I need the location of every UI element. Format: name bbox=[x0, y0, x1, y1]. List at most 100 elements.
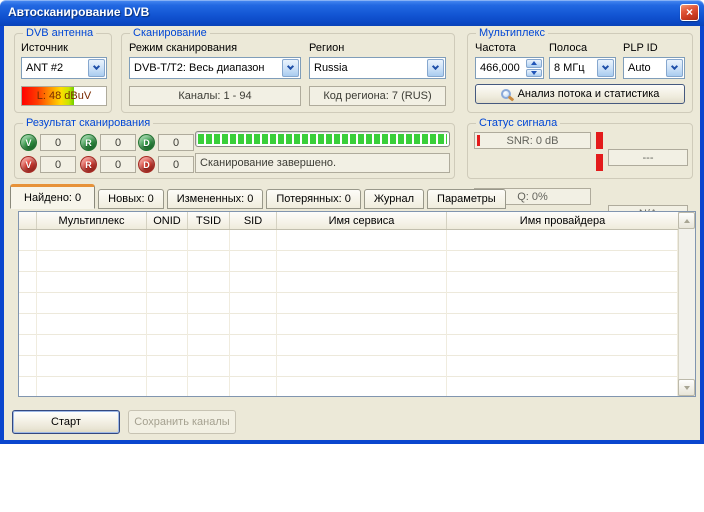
save-channels-button[interactable]: Сохранить каналы bbox=[128, 410, 236, 434]
chevron-down-icon bbox=[93, 63, 100, 70]
r-ok-count: 0 bbox=[100, 134, 136, 151]
group-scanning: Сканирование Режим сканирования DVB-T/T2… bbox=[121, 33, 455, 113]
d-fail-count: 0 bbox=[158, 156, 194, 173]
spin-up-icon bbox=[531, 61, 537, 65]
channels-info: Каналы: 1 - 94 bbox=[129, 86, 301, 106]
table-column bbox=[188, 230, 230, 396]
scrollbar[interactable] bbox=[678, 212, 695, 396]
region-dropdown-button[interactable] bbox=[427, 59, 444, 77]
tab-found-label: Найдено: 0 bbox=[24, 192, 81, 204]
header-cell-service-name[interactable]: Имя сервиса bbox=[277, 212, 447, 229]
plp-id-dropdown-button[interactable] bbox=[666, 59, 683, 77]
scan-mode-label: Режим сканирования bbox=[129, 42, 237, 54]
group-scanning-label: Сканирование bbox=[130, 27, 210, 40]
header-cell-multiplex[interactable]: Мультиплекс bbox=[37, 212, 147, 229]
source-dropdown-button[interactable] bbox=[88, 59, 105, 77]
quality-red-bar-icon bbox=[596, 154, 603, 171]
tab-found[interactable]: Найдено: 0 bbox=[10, 184, 95, 209]
indicator-v-ok-icon: V bbox=[20, 134, 37, 151]
scroll-up-icon bbox=[684, 219, 690, 223]
region-combo[interactable]: Russia bbox=[309, 57, 446, 79]
d-ok-count: 0 bbox=[158, 134, 194, 151]
indicator-r-ok-icon: R bbox=[80, 134, 97, 151]
region-label: Регион bbox=[309, 42, 344, 54]
scroll-up-button[interactable] bbox=[678, 212, 695, 229]
analyze-button[interactable]: Анализ потока и статистика bbox=[475, 84, 685, 104]
scan-mode-dropdown-button[interactable] bbox=[282, 59, 299, 77]
source-label: Источник bbox=[21, 42, 68, 54]
bandwidth-combo-value: 8 МГц bbox=[550, 58, 596, 78]
chevron-down-icon bbox=[287, 63, 294, 70]
chevron-down-icon bbox=[671, 63, 678, 70]
tab-changed-label: Измененных: 0 bbox=[177, 193, 254, 205]
indicator-d-ok-icon: D bbox=[138, 134, 155, 151]
scroll-down-button[interactable] bbox=[678, 379, 695, 396]
tab-journal[interactable]: Журнал bbox=[364, 189, 424, 209]
autoscan-dialog: Автосканирование DVB × DVB антенна Источ… bbox=[0, 0, 704, 444]
snr-extra-value: --- bbox=[608, 149, 688, 166]
titlebar[interactable]: Автосканирование DVB × bbox=[0, 0, 704, 26]
v-ok-count: 0 bbox=[40, 134, 76, 151]
scan-status-text: Сканирование завершено. bbox=[195, 153, 450, 173]
tab-lost-label: Потерянных: 0 bbox=[276, 193, 351, 205]
progress-bar bbox=[195, 131, 450, 147]
table-column bbox=[277, 230, 447, 396]
snr-meter: SNR: 0 dB bbox=[474, 132, 591, 149]
header-cell-onid[interactable]: ONID bbox=[147, 212, 188, 229]
plp-id-combo[interactable]: Auto bbox=[623, 57, 685, 79]
header-cell-provider-name[interactable]: Имя провайдера bbox=[447, 212, 678, 229]
frequency-spinner[interactable]: 466,000 bbox=[475, 57, 544, 79]
table-column bbox=[19, 230, 37, 396]
frequency-value: 466,000 bbox=[476, 58, 525, 78]
group-multiplex: Мультиплекс Частота 466,000 Полоса 8 МГц… bbox=[467, 33, 693, 113]
close-icon: × bbox=[686, 6, 693, 18]
dialog-client-area: DVB антенна Источник ANT #2 L: 48 dBuV С… bbox=[0, 26, 704, 444]
header-cell-sid[interactable]: SID bbox=[230, 212, 277, 229]
antenna-level-meter: L: 48 dBuV bbox=[21, 86, 107, 106]
scroll-down-icon bbox=[684, 386, 690, 390]
scan-mode-combo-value: DVB-T/T2: Весь диапазон bbox=[130, 58, 281, 78]
r-fail-count: 0 bbox=[100, 156, 136, 173]
tab-parameters[interactable]: Параметры bbox=[427, 189, 506, 209]
table-header: Мультиплекс ONID TSID SID Имя сервиса Им… bbox=[19, 212, 678, 230]
close-button[interactable]: × bbox=[680, 4, 699, 21]
snr-level-icon bbox=[477, 135, 480, 146]
group-signal-status-label: Статус сигнала bbox=[476, 117, 560, 130]
bandwidth-dropdown-button[interactable] bbox=[597, 59, 614, 77]
v-fail-count: 0 bbox=[40, 156, 76, 173]
header-cell-blank[interactable] bbox=[19, 212, 37, 229]
indicator-r-fail-icon: R bbox=[80, 156, 97, 173]
region-combo-value: Russia bbox=[310, 58, 426, 78]
group-multiplex-label: Мультиплекс bbox=[476, 27, 548, 40]
tab-lost[interactable]: Потерянных: 0 bbox=[266, 189, 361, 209]
table-column bbox=[230, 230, 277, 396]
table-body[interactable] bbox=[19, 230, 678, 396]
header-cell-tsid[interactable]: TSID bbox=[188, 212, 230, 229]
group-dvb-antenna: DVB антенна Источник ANT #2 L: 48 dBuV bbox=[14, 33, 112, 113]
chevron-down-icon bbox=[432, 63, 439, 70]
tab-journal-label: Журнал bbox=[374, 193, 414, 205]
snr-red-bar-icon bbox=[596, 132, 603, 149]
analyze-button-label: Анализ потока и статистика bbox=[518, 88, 660, 100]
tab-changed[interactable]: Измененных: 0 bbox=[167, 189, 264, 209]
indicator-d-fail-icon: D bbox=[138, 156, 155, 173]
spin-up-button[interactable] bbox=[526, 59, 542, 68]
snr-text: SNR: 0 dB bbox=[507, 135, 559, 147]
search-icon bbox=[501, 89, 511, 99]
spin-down-button[interactable] bbox=[526, 69, 542, 78]
tab-new[interactable]: Новых: 0 bbox=[98, 189, 164, 209]
start-button[interactable]: Старт bbox=[12, 410, 120, 434]
chevron-down-icon bbox=[602, 63, 609, 70]
tab-parameters-label: Параметры bbox=[437, 193, 496, 205]
antenna-level-text: L: 48 dBuV bbox=[22, 87, 106, 105]
channels-table-main: Мультиплекс ONID TSID SID Имя сервиса Им… bbox=[19, 212, 678, 396]
channels-table: Мультиплекс ONID TSID SID Имя сервиса Им… bbox=[18, 211, 696, 397]
plp-id-combo-value: Auto bbox=[624, 58, 665, 78]
source-combo[interactable]: ANT #2 bbox=[21, 57, 107, 79]
table-column bbox=[37, 230, 147, 396]
quality-text: Q: 0% bbox=[517, 191, 548, 203]
table-column bbox=[447, 230, 678, 396]
tab-new-label: Новых: 0 bbox=[108, 193, 154, 205]
scan-mode-combo[interactable]: DVB-T/T2: Весь диапазон bbox=[129, 57, 301, 79]
bandwidth-combo[interactable]: 8 МГц bbox=[549, 57, 616, 79]
